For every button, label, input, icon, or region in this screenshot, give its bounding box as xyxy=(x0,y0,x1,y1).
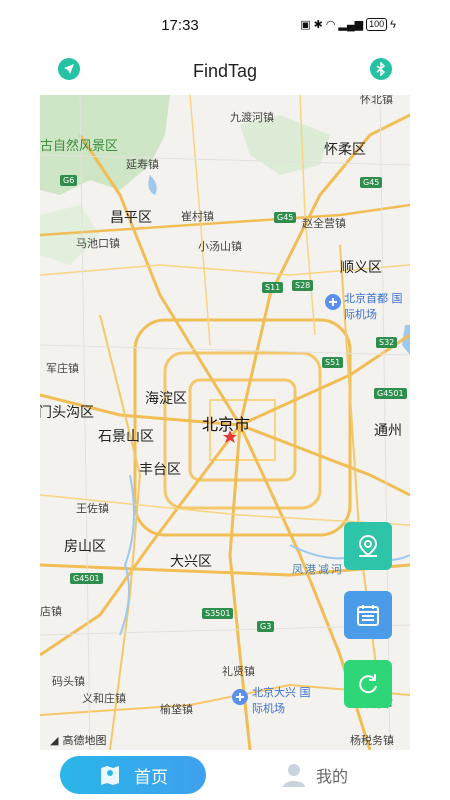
map-label: 怀柔区 xyxy=(324,142,366,158)
map-label: 小汤山镇 xyxy=(198,240,242,253)
road-badge: S11 xyxy=(262,282,284,293)
charging-icon: ϟ xyxy=(390,18,396,31)
map-label: 杨税务镇 xyxy=(350,734,394,747)
map-label: 昌平区 xyxy=(110,210,152,226)
bluetooth-button-icon[interactable] xyxy=(370,58,392,80)
map-view[interactable]: 怀北镇 九渡河镇 古自然风景区 怀柔区 延寿镇 昌平区 崔村镇 赵全营镇 马池口… xyxy=(40,95,410,750)
map-label: 丰台区 xyxy=(139,462,181,478)
map-tab-icon xyxy=(101,766,119,785)
map-label: 北京市 xyxy=(202,415,251,434)
map-pin-icon xyxy=(358,534,378,557)
phone-screen: 17:33 ▣ ✱ ◠ ▂▄▆ 100 ϟ FindTag 怀北镇 九渡河镇 古… xyxy=(40,0,410,800)
map-label: 义和庄镇 xyxy=(82,692,126,705)
map-label: 门头沟区 xyxy=(40,405,94,421)
map-label: 怀北镇 xyxy=(360,95,393,106)
map-label: 通州 xyxy=(374,423,402,439)
status-time: 17:33 xyxy=(161,17,199,34)
map-label: 崔村镇 xyxy=(181,210,214,223)
map-label: 榆垡镇 xyxy=(160,703,193,716)
tab-home[interactable]: 首页 xyxy=(60,756,206,794)
map-attribution: ◢ 高德地图 xyxy=(50,734,107,748)
road-badge: S28 xyxy=(292,280,314,291)
map-label: 凤港减河 xyxy=(292,563,344,576)
road-badge: S51 xyxy=(322,357,344,368)
road-badge: G4501 xyxy=(70,573,103,584)
signal-icon: ▂▄▆ xyxy=(338,19,364,31)
map-label: 店镇 xyxy=(40,605,62,618)
user-icon xyxy=(283,764,305,787)
road-badge: G45 xyxy=(274,212,297,223)
calendar-button[interactable] xyxy=(344,591,392,639)
map-label: 房山区 xyxy=(64,539,106,555)
map-label: 赵全营镇 xyxy=(302,217,346,230)
bluetooth-icon: ✱ xyxy=(313,19,323,31)
battery-icon: 100 xyxy=(366,18,388,31)
road-badge: S32 xyxy=(376,337,398,348)
map-label: 九渡河镇 xyxy=(230,111,274,124)
map-label: 北京首都 国际机场 xyxy=(344,292,403,321)
tab-mine[interactable]: 我的 xyxy=(282,756,382,794)
refresh-button[interactable] xyxy=(344,660,392,708)
map-label: 大兴区 xyxy=(170,554,212,570)
amap-logo-icon: ◢ xyxy=(50,734,59,747)
map-label: 海淀区 xyxy=(145,391,187,407)
status-icons: ▣ ✱ ◠ ▂▄▆ 100 ϟ xyxy=(300,18,396,31)
tab-mine-label: 我的 xyxy=(316,767,349,786)
road-badge: G3 xyxy=(257,621,275,632)
tab-home-label: 首页 xyxy=(134,767,168,788)
tab-bar: 首页 我的 xyxy=(40,750,410,800)
road-badge: S3501 xyxy=(202,608,234,619)
app-header: FindTag xyxy=(40,52,410,90)
location-button[interactable] xyxy=(344,522,392,570)
map-label: 码头镇 xyxy=(52,675,85,688)
calendar-icon xyxy=(357,605,379,626)
page-title: FindTag xyxy=(192,61,258,81)
road-badge: G6 xyxy=(60,175,78,186)
map-label: 北京大兴 国际机场 xyxy=(252,686,311,715)
refresh-icon xyxy=(359,674,377,694)
nfc-icon: ▣ xyxy=(300,19,311,31)
map-label: 石景山区 xyxy=(98,429,154,445)
wifi-icon: ◠ xyxy=(325,19,336,31)
map-label: 马池口镇 xyxy=(76,237,120,250)
map-label: 王佐镇 xyxy=(76,502,109,515)
map-label: 礼贤镇 xyxy=(222,665,255,678)
map-label: 军庄镇 xyxy=(46,362,79,375)
map-label: 古自然风景区 xyxy=(40,139,119,154)
map-label: 延寿镇 xyxy=(126,158,159,171)
status-bar: 17:33 ▣ ✱ ◠ ▂▄▆ 100 ϟ xyxy=(40,0,410,48)
road-badge: G4501 xyxy=(374,388,407,399)
map-label: 顺义区 xyxy=(340,260,382,276)
road-badge: G45 xyxy=(360,177,383,188)
